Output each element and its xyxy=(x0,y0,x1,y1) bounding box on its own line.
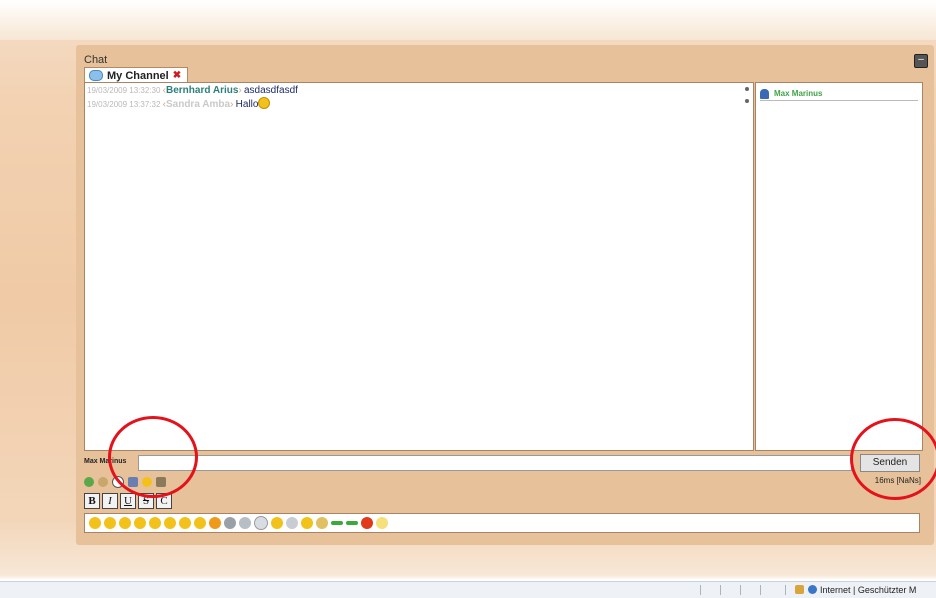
emoji-bar xyxy=(84,513,920,533)
bulb-icon[interactable] xyxy=(376,517,388,529)
tools-row xyxy=(84,476,166,488)
tab-my-channel[interactable]: My Channel ✖ xyxy=(84,67,189,83)
emoji-sleep-icon[interactable] xyxy=(239,517,251,529)
message-timestamp: 19/03/2009 13:37:32 xyxy=(87,100,161,109)
chat-bubble-icon xyxy=(89,70,103,81)
emoji-angry-icon[interactable] xyxy=(209,517,221,529)
emoji-sun-icon[interactable] xyxy=(301,517,313,529)
format-toolbar: B I U S C xyxy=(84,493,172,509)
emoji-surprised-icon[interactable] xyxy=(164,517,176,529)
send-button[interactable]: Senden xyxy=(860,454,920,472)
message-text: asdasdfasdf xyxy=(243,85,298,96)
message-input-row: Max Marinus Senden xyxy=(84,454,930,472)
emoji-idea-icon[interactable] xyxy=(316,517,328,529)
status-separator xyxy=(720,585,721,595)
message-timestamp: 19/03/2009 13:32:30 xyxy=(87,86,161,95)
user-icon xyxy=(760,88,769,99)
message-input[interactable] xyxy=(138,455,852,471)
underline-button[interactable]: U xyxy=(120,493,136,509)
emoji-grin-icon[interactable] xyxy=(104,517,116,529)
user-icon[interactable] xyxy=(156,477,166,487)
settings-icon[interactable] xyxy=(98,477,108,487)
italic-button[interactable]: I xyxy=(102,493,118,509)
message-row: 19/03/2009 13:32:30 ‹Bernhard Arius› asd… xyxy=(87,85,298,96)
latency-readout: 16ms [NaNs] xyxy=(874,476,921,485)
user-name: Max Marinus xyxy=(774,89,823,98)
emoji-laugh-icon[interactable] xyxy=(134,517,146,529)
browser-status-bar: Internet | Geschützter M xyxy=(0,581,936,598)
strikethrough-button[interactable]: S xyxy=(138,493,154,509)
status-zone-text: Internet | Geschützter M xyxy=(820,585,917,595)
color-icon[interactable] xyxy=(84,477,94,487)
chat-title: Chat xyxy=(84,54,108,66)
arrow-left-icon[interactable] xyxy=(346,521,358,525)
security-icon[interactable] xyxy=(795,585,804,594)
color-button[interactable]: C xyxy=(156,493,172,509)
status-separator xyxy=(785,585,786,595)
emoji-smile-icon[interactable] xyxy=(89,517,101,529)
status-separator xyxy=(700,585,701,595)
message-nick[interactable]: Sandra Amba xyxy=(166,99,230,110)
emoji-wink-icon[interactable] xyxy=(119,517,131,529)
input-nick-label: Max Marinus xyxy=(84,458,127,465)
close-tab-icon[interactable]: ✖ xyxy=(173,70,181,81)
status-separator xyxy=(760,585,761,595)
user-list-item[interactable]: Max Marinus xyxy=(760,87,918,101)
status-separator xyxy=(740,585,741,595)
emoji-tongue-icon[interactable] xyxy=(149,517,161,529)
emoji-cool-icon[interactable] xyxy=(194,517,206,529)
emoji-confused-icon[interactable] xyxy=(224,517,236,529)
message-options-icon[interactable] xyxy=(745,87,749,91)
message-log[interactable]: 19/03/2009 13:32:30 ‹Bernhard Arius› asd… xyxy=(84,82,754,451)
message-options-icon[interactable] xyxy=(745,99,749,103)
window-top-band xyxy=(0,0,936,40)
arrow-right-icon[interactable] xyxy=(331,521,343,525)
emoji-cry-icon[interactable] xyxy=(271,517,283,529)
smiley-icon[interactable] xyxy=(142,477,152,487)
sound-icon[interactable] xyxy=(128,477,138,487)
stop-icon[interactable] xyxy=(361,517,373,529)
user-list: Max Marinus xyxy=(755,82,923,451)
emoji-neutral-icon[interactable] xyxy=(254,516,268,530)
message-text: Hallo xyxy=(235,99,259,110)
emoji-cloud-icon[interactable] xyxy=(286,517,298,529)
smiley-icon xyxy=(258,97,271,109)
tab-label: My Channel xyxy=(107,69,169,82)
chat-panel: Chat – My Channel ✖ 19/03/2009 13:32:30 … xyxy=(76,45,934,545)
globe-icon xyxy=(808,585,817,594)
bold-button[interactable]: B xyxy=(84,493,100,509)
help-icon[interactable] xyxy=(112,476,124,488)
emoji-sad-icon[interactable] xyxy=(179,517,191,529)
message-nick[interactable]: Bernhard Arius xyxy=(166,85,238,96)
minimize-button[interactable]: – xyxy=(914,54,928,68)
message-row: 19/03/2009 13:37:32 ‹Sandra Amba› Hallo xyxy=(87,97,271,110)
